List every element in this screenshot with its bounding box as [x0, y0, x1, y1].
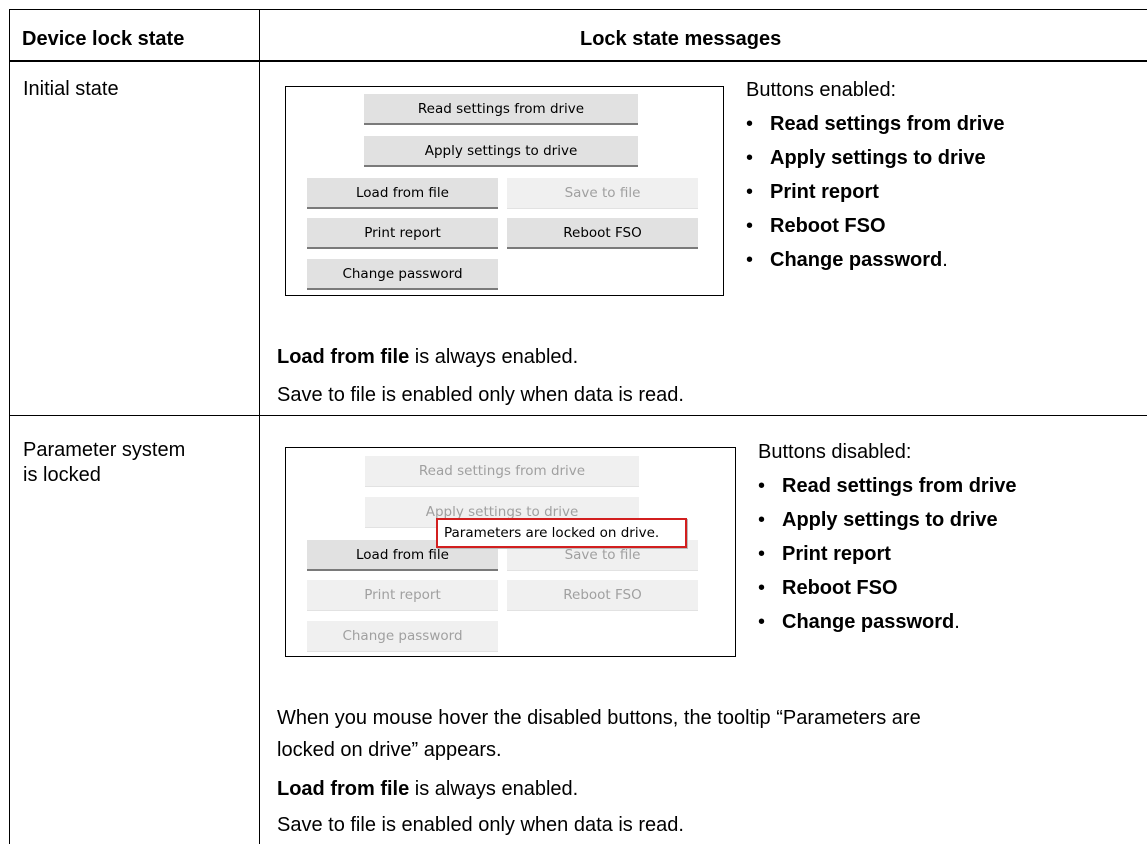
print-report-button[interactable]: Print report [307, 218, 498, 249]
list-title: Buttons enabled: [746, 79, 897, 101]
list-title: Buttons disabled: [758, 441, 912, 463]
state-initial: Initial state [23, 78, 119, 100]
bullet-icon: • [746, 181, 754, 203]
reboot-fso-button[interactable]: Reboot FSO [507, 580, 698, 611]
list-item: • Read settings from drive [758, 474, 1017, 508]
column-divider [259, 9, 260, 844]
table-border-top [9, 9, 1147, 10]
load-note-initial: Load from file is always enabled. [277, 346, 579, 368]
state-parameter-locked: Parameter system is locked [23, 439, 186, 486]
list-item: • Apply settings to drive [758, 508, 1017, 542]
read-settings-button[interactable]: Read settings from drive [364, 94, 638, 125]
bullet-icon: • [746, 249, 754, 271]
settings-panel-initial: Read settings from drive Apply settings … [285, 86, 724, 296]
lock-state-table: Device lock state Lock state messages In… [0, 0, 1147, 844]
load-note-locked: Load from file is always enabled. [277, 778, 579, 800]
table-border-left [9, 9, 10, 844]
save-to-file-button[interactable]: Save to file [507, 178, 698, 209]
list-item: • Print report [758, 542, 1017, 576]
header-divider [9, 60, 1147, 62]
bullet-icon: • [758, 611, 766, 633]
locked-tooltip: Parameters are locked on drive. [436, 518, 687, 548]
save-note-initial: Save to file is enabled only when data i… [277, 384, 684, 406]
list-item: • Apply settings to drive [746, 146, 1005, 180]
bullet-icon: • [746, 215, 754, 237]
list-item: • Change password. [746, 248, 1005, 282]
bullet-icon: • [746, 147, 754, 169]
bullet-icon: • [758, 577, 766, 599]
buttons-disabled-list: Buttons disabled: • Read settings from dr… [758, 440, 1017, 644]
bullet-icon: • [746, 113, 754, 135]
hover-note: When you mouse hover the disabled button… [277, 707, 921, 761]
load-from-file-button[interactable]: Load from file [307, 178, 498, 209]
read-settings-button[interactable]: Read settings from drive [365, 456, 639, 487]
list-item: • Reboot FSO [758, 576, 1017, 610]
bullet-icon: • [758, 509, 766, 531]
list-item: • Change password. [758, 610, 1017, 644]
header-lock-state-messages: Lock state messages [580, 28, 782, 50]
list-item: • Print report [746, 180, 1005, 214]
print-report-button[interactable]: Print report [307, 580, 498, 611]
change-password-button[interactable]: Change password [307, 621, 498, 652]
settings-panel-locked: Read settings from drive Apply settings … [285, 447, 736, 657]
save-note-locked: Save to file is enabled only when data i… [277, 814, 684, 836]
reboot-fso-button[interactable]: Reboot FSO [507, 218, 698, 249]
bullet-icon: • [758, 543, 766, 565]
bullet-icon: • [758, 475, 766, 497]
list-item: • Reboot FSO [746, 214, 1005, 248]
apply-settings-button[interactable]: Apply settings to drive [364, 136, 638, 167]
change-password-button[interactable]: Change password [307, 259, 498, 290]
list-item: • Read settings from drive [746, 112, 1005, 146]
header-device-lock-state: Device lock state [22, 28, 185, 50]
row-divider [9, 415, 1147, 416]
buttons-enabled-list: Buttons enabled: • Read settings from dri… [746, 78, 1005, 282]
